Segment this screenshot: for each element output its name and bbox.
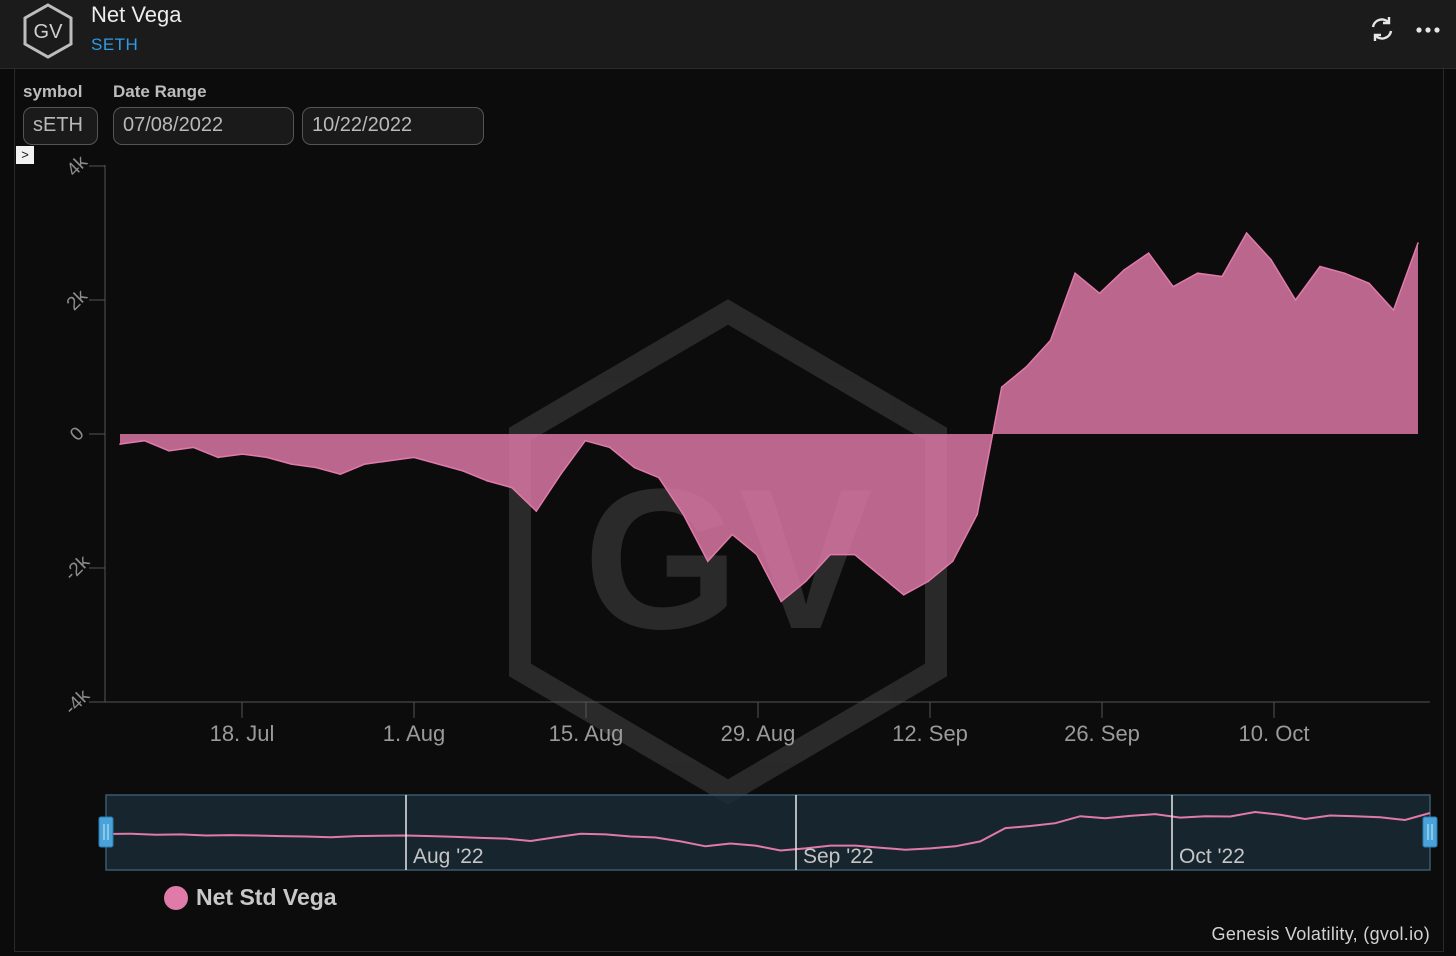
series-point bbox=[217, 456, 219, 459]
series-point bbox=[1074, 272, 1076, 275]
y-tick-label: -4k bbox=[61, 685, 95, 719]
navigator-handle-left[interactable] bbox=[98, 816, 114, 848]
series-point bbox=[241, 453, 244, 455]
series-point bbox=[902, 594, 905, 596]
x-tick-label: 12. Sep bbox=[892, 721, 968, 746]
y-tick-label: 0 bbox=[66, 423, 88, 445]
y-tick-label: -2k bbox=[61, 551, 95, 585]
series-point bbox=[1172, 285, 1174, 288]
series-point bbox=[1343, 272, 1346, 275]
series-point bbox=[388, 460, 391, 462]
series-point bbox=[878, 573, 880, 576]
series-point bbox=[1294, 299, 1297, 301]
x-axis: 18. Jul 1. Aug 15. Aug 29. Aug 12. Sep 26. Se… bbox=[210, 702, 1310, 746]
plot-series bbox=[119, 231, 1419, 603]
series-point bbox=[1098, 292, 1101, 295]
series-point bbox=[1196, 272, 1199, 275]
series-point bbox=[462, 470, 464, 472]
x-tick-label: 29. Aug bbox=[721, 721, 796, 746]
series-point bbox=[1025, 366, 1027, 368]
x-tick-label: 15. Aug bbox=[549, 721, 624, 746]
series-point bbox=[951, 560, 954, 563]
series-point bbox=[633, 466, 636, 469]
series-point bbox=[290, 463, 293, 465]
chart-area[interactable]: GV 4k2k0-2k-4k 18. Jul 1. Aug 15. Aug 29. A… bbox=[0, 0, 1456, 956]
series-point bbox=[486, 480, 489, 482]
series-point bbox=[658, 476, 660, 479]
series-point bbox=[1049, 339, 1052, 342]
series-point bbox=[682, 513, 685, 516]
series-point bbox=[266, 456, 268, 459]
x-tick-label: 10. Oct bbox=[1239, 721, 1310, 746]
series-point bbox=[413, 456, 415, 459]
series-point bbox=[780, 600, 782, 603]
series-point bbox=[609, 446, 611, 449]
series-point bbox=[168, 450, 170, 452]
x-tick-label: 1. Aug bbox=[383, 721, 445, 746]
navigator-handle-right[interactable] bbox=[1422, 816, 1438, 848]
series-point bbox=[1221, 275, 1223, 278]
series-point bbox=[1368, 282, 1370, 285]
series-point bbox=[315, 466, 317, 469]
series-point bbox=[1392, 309, 1395, 311]
series-point bbox=[756, 553, 758, 556]
series-point bbox=[804, 580, 807, 583]
y-tick-label: 4k bbox=[63, 151, 92, 180]
series-point bbox=[927, 580, 929, 583]
series-point bbox=[339, 473, 342, 476]
series-point bbox=[119, 443, 121, 445]
series-point bbox=[731, 533, 734, 536]
y-tick-label: 2k bbox=[63, 285, 92, 314]
series-point bbox=[584, 439, 587, 442]
navigator[interactable]: Aug '22 Sep '22 Oct '22 bbox=[98, 794, 1438, 871]
series-area bbox=[120, 233, 1418, 602]
series-point bbox=[1319, 265, 1321, 268]
series-point bbox=[560, 473, 562, 476]
series-point bbox=[1147, 252, 1150, 254]
series-point bbox=[1123, 269, 1125, 271]
series-point bbox=[853, 553, 856, 556]
series-point bbox=[535, 510, 538, 512]
navigator-label: Sep '22 bbox=[803, 845, 874, 868]
series-point bbox=[1000, 386, 1003, 388]
series-point bbox=[437, 463, 440, 465]
series-point bbox=[364, 463, 366, 465]
series-point bbox=[143, 439, 146, 442]
series-point bbox=[1417, 242, 1419, 244]
series-point bbox=[1270, 259, 1272, 261]
legend-marker bbox=[164, 886, 188, 910]
series-point bbox=[976, 513, 978, 516]
series-point bbox=[192, 446, 195, 449]
series-point bbox=[511, 486, 513, 489]
series-point bbox=[829, 553, 831, 556]
navigator-label: Aug '22 bbox=[413, 845, 484, 868]
legend-label: Net Std Vega bbox=[196, 884, 337, 910]
x-tick-label: 18. Jul bbox=[210, 721, 275, 746]
series-point bbox=[707, 560, 709, 563]
navigator-label: Oct '22 bbox=[1179, 845, 1245, 868]
x-tick-label: 26. Sep bbox=[1064, 721, 1140, 746]
credit-text: Genesis Volatility, (gvol.io) bbox=[1211, 924, 1430, 944]
series-point bbox=[1245, 232, 1248, 234]
